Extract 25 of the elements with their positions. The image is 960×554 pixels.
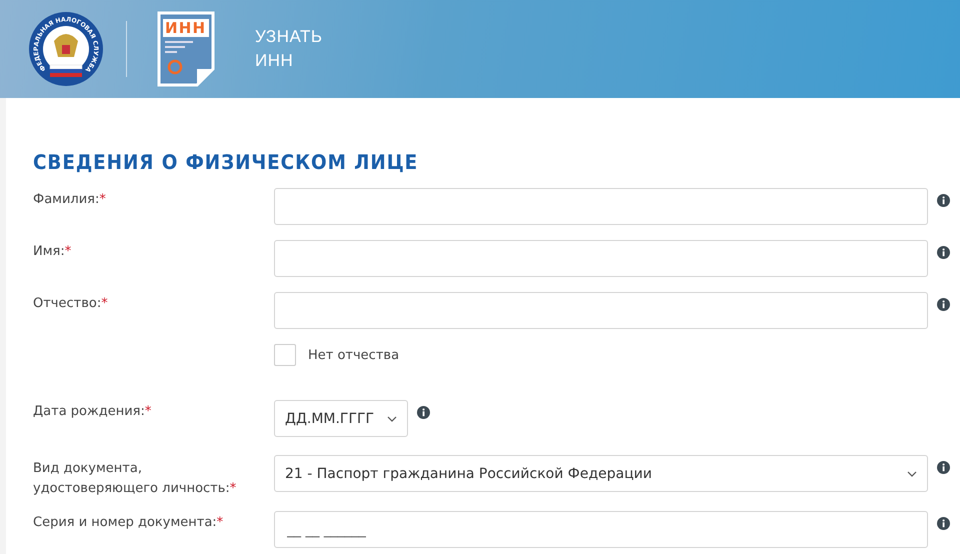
text-input[interactable] bbox=[274, 292, 928, 329]
field-label: Отчество:* bbox=[33, 295, 109, 313]
document-type-select[interactable]: 21 - Паспорт гражданина Российской Федерации bbox=[274, 455, 928, 492]
date-select[interactable]: ДД.ММ.ГГГГ bbox=[274, 400, 408, 437]
text-input[interactable]: __ __ ______ bbox=[274, 511, 928, 548]
info-icon[interactable] bbox=[937, 517, 950, 530]
field-label: Серия и номер документа:* bbox=[33, 514, 224, 532]
field-label: Вид документа, удостоверяющего личность:* bbox=[33, 460, 238, 498]
info-icon[interactable] bbox=[937, 298, 950, 311]
info-icon[interactable] bbox=[937, 246, 950, 259]
text-input[interactable] bbox=[274, 188, 928, 225]
field-label: Фамилия:* bbox=[33, 191, 107, 209]
info-icon[interactable] bbox=[937, 461, 950, 474]
field-label: Имя:* bbox=[33, 243, 72, 261]
service-title: УЗНАТЬ bbox=[255, 26, 323, 48]
service-title: ИНН bbox=[255, 50, 294, 72]
field-label: Дата рождения:* bbox=[33, 403, 152, 421]
info-icon[interactable] bbox=[937, 194, 950, 207]
chevron-down-icon bbox=[907, 470, 917, 476]
info-icon[interactable] bbox=[417, 406, 430, 419]
chevron-down-icon bbox=[387, 416, 397, 422]
document-icon: ИНН bbox=[157, 11, 215, 87]
no-patronymic-checkbox[interactable]: Нет отчества bbox=[274, 344, 928, 366]
section-title: СВЕДЕНИЯ О ФИЗИЧЕСКОМ ЛИЦЕ bbox=[33, 150, 420, 174]
text-input[interactable] bbox=[274, 240, 928, 277]
